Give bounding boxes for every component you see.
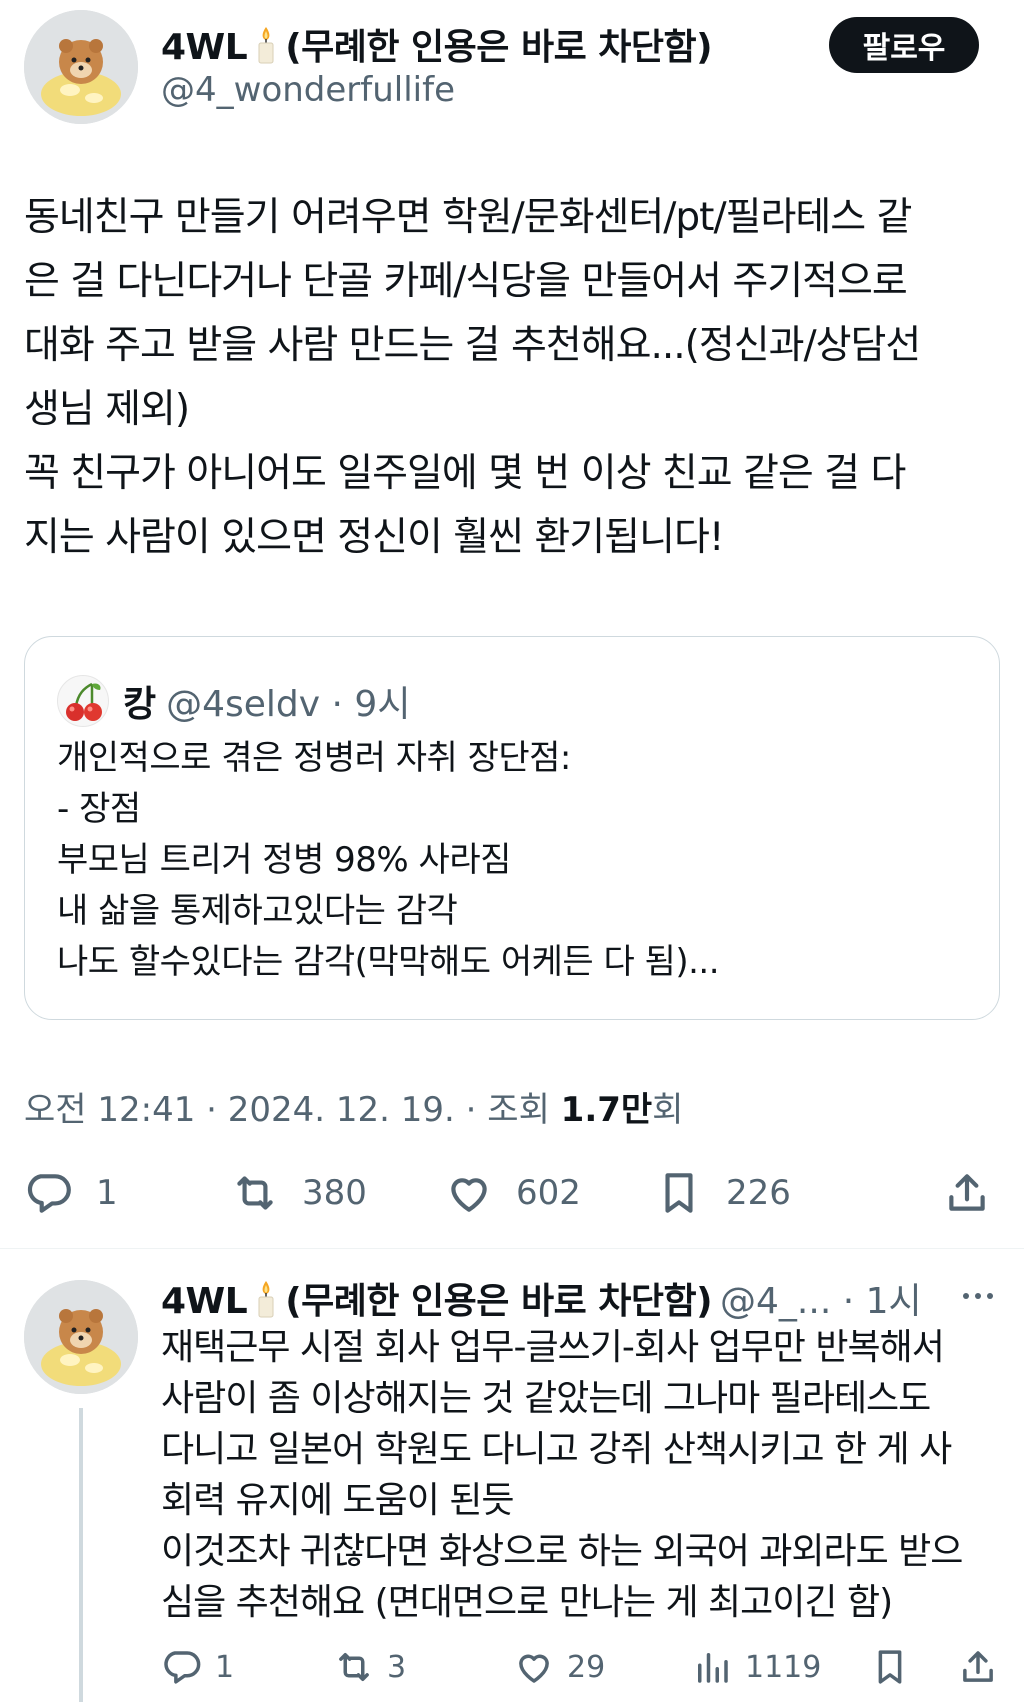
view-count-unit: 만 — [620, 1090, 653, 1130]
quoted-author-handle-time: @4seldv · 9시 — [166, 684, 411, 725]
reply-author-name: 4WL — [161, 1281, 248, 1322]
author-handle[interactable]: @4_wonderfullife — [161, 70, 455, 110]
quoted-author-line: 캉 @4seldv · 9시 — [123, 675, 410, 727]
heart-icon — [451, 1178, 487, 1212]
reply-text-line: 심을 추천해요 (면대면으로 만나는 게 최고이긴 함) — [161, 1582, 893, 1623]
like-count: 602 — [516, 1173, 581, 1213]
retweet-arrows-icon — [237, 1176, 273, 1210]
tweet-timestamp: 오전 12:41 · 2024. 12. 19. · 조회 — [24, 1090, 561, 1130]
cherry-icon — [66, 682, 102, 721]
share-upload-icon — [963, 1651, 993, 1682]
tweet-text-line: 지는 사람이 있으면 정신이 훨씬 환기됩니다! — [24, 515, 724, 560]
retweet-button[interactable]: 380 — [230, 1165, 367, 1221]
quoted-text-line: - 장점 — [57, 789, 141, 829]
reply-like-button[interactable]: 29 — [513, 1644, 605, 1690]
tweet-meta: 오전 12:41 · 2024. 12. 19. · 조회 1.7만회 — [24, 1082, 683, 1131]
quoted-tweet-card[interactable]: 캉 @4seldv · 9시 개인적으로 겪은 정병러 자취 장단점: - 장점 … — [24, 636, 1000, 1020]
author-display-name: 4WL — [161, 27, 248, 68]
quoted-text-line: 나도 할수있다는 감각(막막해도 어케든 다 됨)... — [57, 942, 720, 982]
reply-text-line: 이것조차 귀찮다면 화상으로 하는 외국어 과외라도 받으 — [161, 1531, 963, 1572]
avatar-dog-image — [24, 1280, 138, 1394]
retweet-arrows-icon — [339, 1653, 369, 1681]
quoted-author-name: 캉 — [123, 684, 157, 725]
reply-bookmark-button[interactable] — [869, 1644, 911, 1690]
reply-view-count: 1119 — [745, 1649, 822, 1685]
speech-bubble-icon — [164, 1651, 201, 1684]
avatar-dog-image — [24, 10, 138, 124]
reply-text-line: 다니고 일본어 학원도 다니고 강쥐 산책시키고 한 게 사 — [161, 1429, 952, 1470]
reply-text: 재택근무 시절 회사 업무-글쓰기-회사 업무만 반복해서 사람이 좀 이상해지… — [161, 1322, 963, 1628]
quoted-author-avatar — [57, 675, 109, 727]
reply-author-avatar[interactable] — [24, 1280, 138, 1394]
reply-views-button[interactable]: 1119 — [691, 1644, 821, 1690]
author-tag: (무례한 인용은 바로 차단함) — [285, 27, 713, 68]
candle-icon — [258, 1281, 274, 1318]
reply-retweet-button[interactable]: 3 — [333, 1644, 406, 1690]
author-name[interactable]: 4WL (무례한 인용은 바로 차단함) — [161, 18, 713, 70]
reply-text-line: 재택근무 시절 회사 업무-글쓰기-회사 업무만 반복해서 — [161, 1327, 945, 1368]
tweet-text-line: 꼭 친구가 아니어도 일주일에 몇 번 이상 친교 같은 걸 다 — [24, 451, 906, 496]
reply-retweet-count: 3 — [387, 1649, 407, 1685]
candle-icon — [258, 27, 274, 64]
quoted-text-line: 부모님 트리거 정병 98% 사라짐 — [57, 840, 511, 880]
quoted-text-line: 내 삶을 통제하고있다는 감각 — [57, 891, 458, 931]
tweet-action-bar: 1 380 602 226 — [24, 1165, 1000, 1221]
speech-bubble-icon — [27, 1174, 71, 1213]
reply-reply-button[interactable]: 1 — [161, 1644, 234, 1690]
reply-share-button[interactable] — [957, 1644, 999, 1690]
tweet-text-line: 은 걸 다닌다거나 단골 카페/식당을 만들어서 주기적으로 — [24, 259, 908, 304]
view-count-suffix: 회 — [652, 1090, 684, 1130]
tweet-text-line: 동네친구 만들기 어려우면 학원/문화센터/pt/필라테스 같 — [24, 195, 912, 240]
bookmark-icon — [878, 1650, 902, 1684]
follow-button[interactable]: 팔로우 — [829, 17, 979, 73]
share-upload-icon — [949, 1174, 985, 1211]
heart-icon — [519, 1654, 549, 1683]
bookmark-button[interactable]: 226 — [654, 1165, 791, 1221]
reply-text-line: 사람이 좀 이상해지는 것 같았는데 그나마 필라테스도 — [161, 1378, 931, 1419]
tweet-text-line: 생님 제외) — [24, 387, 190, 432]
reply-reply-count: 1 — [215, 1649, 235, 1685]
bookmark-count: 226 — [726, 1173, 791, 1213]
view-count-number: 1.7 — [560, 1090, 621, 1130]
section-divider — [0, 1248, 1024, 1249]
reply-button[interactable]: 1 — [24, 1165, 118, 1221]
retweet-count: 380 — [302, 1173, 367, 1213]
reply-like-count: 29 — [567, 1649, 606, 1685]
reply-text-line: 회력 유지에 도움이 된듯 — [161, 1480, 515, 1521]
share-button[interactable] — [942, 1165, 992, 1221]
more-options-button[interactable] — [958, 1284, 998, 1308]
author-avatar[interactable] — [24, 10, 138, 124]
reply-author-tag: (무례한 인용은 바로 차단함) — [285, 1281, 713, 1322]
reply-action-bar: 1 3 29 1119 — [161, 1644, 1001, 1690]
quoted-tweet-text: 개인적으로 겪은 정병러 자취 장단점: - 장점 부모님 트리거 정병 98%… — [57, 733, 720, 988]
like-button[interactable]: 602 — [444, 1165, 581, 1221]
thread-connector-line — [79, 1408, 83, 1702]
bar-chart-icon — [698, 1653, 728, 1683]
three-dots-icon — [963, 1293, 993, 1299]
reply-handle-time: @4_... · 1시 — [720, 1281, 922, 1322]
bookmark-icon — [665, 1173, 693, 1213]
quoted-text-line: 개인적으로 겪은 정병러 자취 장단점: — [57, 738, 571, 778]
reply-count: 1 — [96, 1173, 118, 1213]
tweet-text: 동네친구 만들기 어려우면 학원/문화센터/pt/필라테스 같 은 걸 다닌다거… — [24, 186, 1004, 570]
reply-author-line[interactable]: 4WL (무례한 인용은 바로 차단함) @4_... · 1시 — [161, 1272, 922, 1324]
tweet-text-line: 대화 주고 받을 사람 만드는 걸 추천해요...(정신과/상담선 — [24, 323, 921, 368]
